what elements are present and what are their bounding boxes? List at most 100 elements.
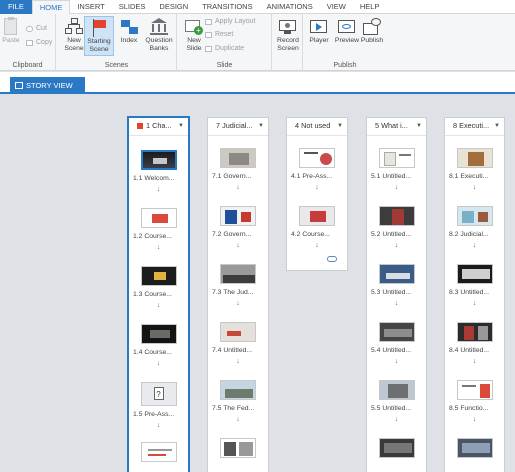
scene-header[interactable]: 8 Executi... ▼ — [445, 118, 504, 136]
slide-group-label: Slide — [216, 62, 233, 69]
slide-thumbnail[interactable] — [456, 438, 493, 458]
slide-thumbnail[interactable] — [378, 438, 415, 458]
publish-button[interactable]: Publish — [357, 16, 387, 56]
slide-item[interactable]: 7.5 The Fed... ↓ — [208, 380, 268, 423]
starting-scene-button[interactable]: Starting Scene — [84, 16, 114, 56]
tab-transitions[interactable]: TRANSITIONS — [195, 0, 259, 14]
tab-help[interactable]: HELP — [353, 0, 387, 14]
scene-card-1[interactable]: 1 Cha... ▼ 1.1 Welcom... ↓ 1.2 Course...… — [127, 116, 190, 472]
slide-thumbnail[interactable] — [378, 264, 415, 284]
slide-thumbnail[interactable] — [378, 206, 415, 226]
tab-slides[interactable]: SLIDES — [112, 0, 153, 14]
slide-item[interactable]: 7.3 The Jud... ↓ — [208, 264, 268, 307]
slide-label: 7.3 The Jud... — [212, 289, 254, 296]
slide-item[interactable]: 5.5 Untitled... ↓ — [367, 380, 426, 423]
tab-design[interactable]: DESIGN — [152, 0, 195, 14]
slide-item[interactable]: 4.2 Course... ↓ — [287, 206, 347, 249]
story-view-tab[interactable]: STORY VIEW — [10, 77, 85, 94]
player-button[interactable]: Player — [304, 16, 334, 56]
tab-animations[interactable]: ANIMATIONS — [260, 0, 320, 14]
scene-header[interactable]: 7 Judicial... ▼ — [208, 118, 268, 136]
slide-thumbnail[interactable] — [378, 148, 415, 168]
flag-icon — [89, 19, 109, 37]
slide-thumbnail[interactable] — [456, 380, 493, 400]
slide-item[interactable] — [367, 438, 426, 458]
slide-item[interactable]: 8.2 Judicial... ↓ — [445, 206, 504, 249]
copy-button[interactable]: Copy — [26, 38, 52, 48]
slide-thumbnail[interactable] — [140, 266, 177, 286]
slide-item[interactable]: 8.1 Executi... ↓ — [445, 148, 504, 191]
slide-item[interactable]: 1.4 Course... ↓ — [129, 324, 188, 367]
index-label: Index — [120, 37, 138, 44]
reset-button[interactable]: Reset — [205, 30, 233, 40]
slide-thumbnail[interactable] — [220, 322, 256, 342]
apply-layout-button[interactable]: Apply Layout — [205, 17, 255, 27]
chevron-down-icon[interactable]: ▼ — [178, 118, 184, 134]
slide-item[interactable]: 8.5 Functio... ↓ — [445, 380, 504, 423]
slide-item[interactable]: 7.4 Untitled... ↓ — [208, 322, 268, 365]
slide-item[interactable] — [208, 438, 268, 458]
slide-thumbnail[interactable] — [456, 322, 493, 342]
scene-header[interactable]: 5 What i... ▼ — [367, 118, 426, 136]
slide-thumbnail[interactable] — [378, 322, 415, 342]
slide-item[interactable]: 1.3 Course... ↓ — [129, 266, 188, 309]
arrow-down-icon: ↓ — [236, 416, 240, 423]
scene-header[interactable]: 4 Not used ▼ — [287, 118, 347, 136]
slide-thumbnail[interactable] — [456, 264, 493, 284]
chevron-down-icon[interactable]: ▼ — [258, 118, 264, 134]
chevron-down-icon[interactable]: ▼ — [494, 118, 500, 134]
tab-insert[interactable]: INSERT — [70, 0, 111, 14]
slide-thumbnail[interactable] — [140, 150, 177, 170]
scene-card-8[interactable]: 8 Executi... ▼ 8.1 Executi... ↓ 8.2 Judi… — [444, 117, 505, 472]
slide-item[interactable] — [129, 442, 188, 462]
slide-thumbnail[interactable] — [220, 380, 256, 400]
scene-card-4[interactable]: 4 Not used ▼ 4.1 Pre-Ass... ↓ 4.2 Course… — [286, 117, 348, 271]
player-label: Player — [309, 37, 329, 44]
index-button[interactable]: Index — [114, 16, 144, 56]
slide-item[interactable]: 4.1 Pre-Ass... ↓ — [287, 148, 347, 191]
tab-home[interactable]: HOME — [31, 0, 71, 15]
chevron-down-icon[interactable]: ▼ — [416, 118, 422, 134]
scene-card-7[interactable]: 7 Judicial... ▼ 7.1 Govern... ↓ 7.2 Gove… — [207, 117, 269, 472]
duplicate-button[interactable]: Duplicate — [205, 44, 244, 54]
slide-item[interactable] — [445, 438, 504, 458]
slide-item[interactable]: 7.2 Govern... ↓ — [208, 206, 268, 249]
new-scene-icon — [64, 18, 84, 36]
slide-thumbnail[interactable] — [140, 442, 177, 462]
question-banks-button[interactable]: Question Banks — [143, 16, 175, 56]
slide-item[interactable]: 1.1 Welcom... ↓ — [129, 150, 188, 193]
slide-item[interactable]: 5.3 Untitled... ↓ — [367, 264, 426, 307]
slide-item[interactable]: 8.4 Untitled... ↓ — [445, 322, 504, 365]
slide-item[interactable]: ? 1.5 Pre-Ass... ↓ — [129, 382, 188, 429]
cut-button[interactable]: Cut — [26, 24, 47, 34]
slide-item[interactable]: 1.2 Course... ↓ — [129, 208, 188, 251]
slide-thumbnail[interactable]: ? — [140, 382, 177, 406]
slide-item[interactable]: 5.1 Untitled... ↓ — [367, 148, 426, 191]
slide-thumbnail[interactable] — [456, 206, 493, 226]
slide-thumbnail[interactable] — [220, 264, 256, 284]
slide-thumbnail[interactable] — [220, 206, 256, 226]
paste-button[interactable]: Paste — [1, 16, 21, 56]
slide-item[interactable]: 5.4 Untitled... ↓ — [367, 322, 426, 365]
slide-thumbnail[interactable] — [220, 148, 256, 168]
record-group: Record Screen — [273, 14, 303, 71]
slide-item[interactable]: 8.3 Untitled... ↓ — [445, 264, 504, 307]
preview-icon — [337, 18, 357, 36]
chevron-down-icon[interactable]: ▼ — [337, 118, 343, 134]
slide-thumbnail[interactable] — [378, 380, 415, 400]
scene-header[interactable]: 1 Cha... ▼ — [129, 118, 188, 136]
slide-thumbnail[interactable] — [140, 208, 177, 228]
slide-item[interactable]: 7.1 Govern... ↓ — [208, 148, 268, 191]
scene-card-5[interactable]: 5 What i... ▼ 5.1 Untitled... ↓ 5.2 Unti… — [366, 117, 427, 472]
slide-thumbnail[interactable] — [220, 438, 256, 458]
slide-thumbnail[interactable] — [299, 148, 335, 168]
slide-thumbnail[interactable] — [299, 206, 335, 226]
question-banks-label: Question Banks — [145, 37, 173, 52]
slide-thumbnail[interactable] — [456, 148, 493, 168]
slide-thumbnail[interactable] — [140, 324, 177, 344]
slide-item[interactable]: 5.2 Untitled... ↓ — [367, 206, 426, 249]
tab-file[interactable]: FILE — [0, 0, 32, 14]
tab-view[interactable]: VIEW — [320, 0, 353, 14]
record-screen-button[interactable]: Record Screen — [273, 16, 303, 56]
ribbon: Paste Cut Copy Clipboard New Scene Start… — [0, 14, 515, 71]
